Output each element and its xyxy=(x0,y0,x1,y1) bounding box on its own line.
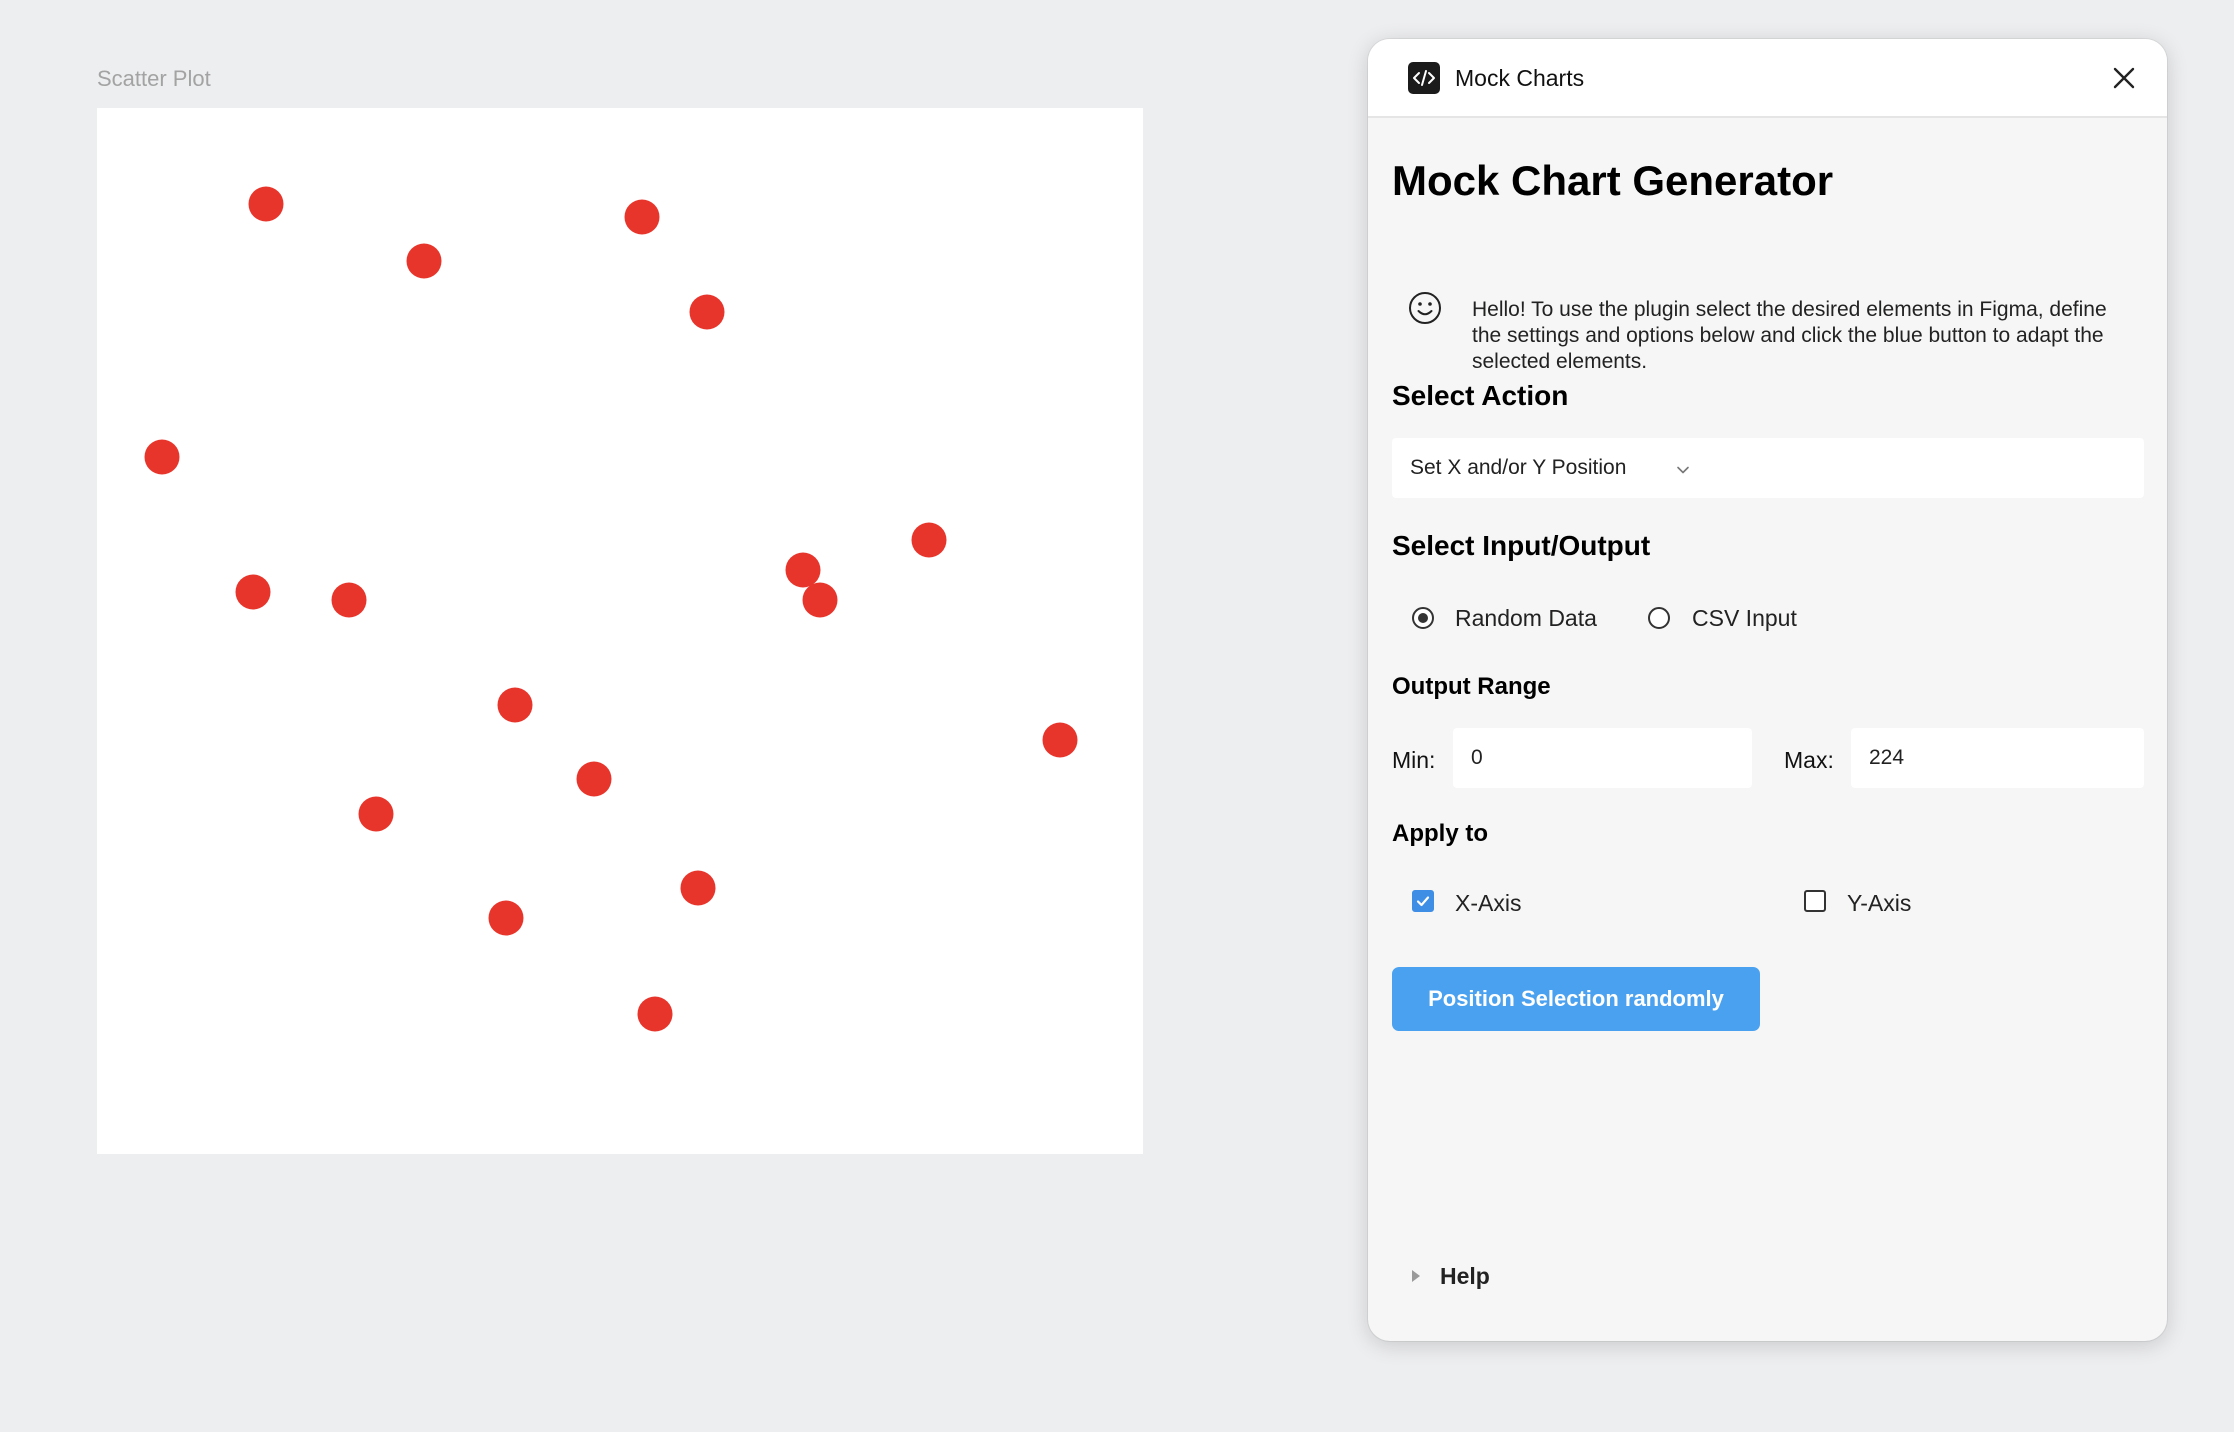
scatter-point-11[interactable] xyxy=(497,687,533,723)
output-range-title: Output Range xyxy=(1392,673,1551,700)
select-action-title: Select Action xyxy=(1392,380,1569,411)
scatter-point-12[interactable] xyxy=(1042,722,1078,758)
scatter-point-6[interactable] xyxy=(235,574,271,610)
position-selection-button[interactable]: Position Selection randomly xyxy=(1392,967,1760,1031)
close-icon[interactable] xyxy=(2109,63,2139,93)
scatter-plot-frame[interactable] xyxy=(97,108,1143,1154)
scatter-point-8[interactable] xyxy=(785,552,821,588)
y-axis-label: Y-Axis xyxy=(1847,890,1912,916)
scatter-point-15[interactable] xyxy=(680,870,716,906)
action-select-value: Set X and/or Y Position xyxy=(1410,456,1627,479)
radio-selected-dot xyxy=(1418,613,1428,623)
smiley-icon xyxy=(1408,291,1442,325)
intro-text: Hello! To use the plugin select the desi… xyxy=(1472,298,2107,373)
radio-csv-input[interactable] xyxy=(1648,607,1670,629)
scatter-point-16[interactable] xyxy=(488,900,524,936)
scatter-point-14[interactable] xyxy=(358,796,394,832)
page-title: Mock Chart Generator xyxy=(1392,157,1834,204)
scatter-plot-svg xyxy=(144,186,1078,1032)
help-label: Help xyxy=(1440,1263,1490,1289)
code-icon xyxy=(1408,62,1440,94)
scatter-point-5[interactable] xyxy=(144,439,180,475)
max-label: Max: xyxy=(1784,747,1834,773)
plugin-header: Mock Charts xyxy=(1368,39,2167,118)
scatter-point-1[interactable] xyxy=(248,186,284,222)
scatter-point-10[interactable] xyxy=(911,522,947,558)
select-input-output-title: Select Input/Output xyxy=(1392,530,1651,561)
scatter-point-7[interactable] xyxy=(331,582,367,618)
x-axis-checkbox[interactable] xyxy=(1412,890,1434,912)
radio-csv-input-label: CSV Input xyxy=(1692,605,1797,631)
scatter-point-3[interactable] xyxy=(624,199,660,235)
plugin-window-title: Mock Charts xyxy=(1455,65,1585,91)
caret-right-icon xyxy=(1412,1270,1420,1282)
chevron-down-icon xyxy=(1675,462,1691,478)
min-label: Min: xyxy=(1392,747,1436,773)
scatter-point-17[interactable] xyxy=(637,996,673,1032)
scatter-point-9[interactable] xyxy=(802,582,838,618)
action-select[interactable]: Set X and/or Y Position xyxy=(1392,438,2144,498)
plugin-panel: Mock Charts Mock Chart Generator Hello! … xyxy=(1368,39,2167,1341)
max-input[interactable] xyxy=(1851,728,2144,788)
x-axis-label: X-Axis xyxy=(1455,890,1522,916)
radio-random-data[interactable] xyxy=(1412,607,1434,629)
min-input[interactable] xyxy=(1453,728,1752,788)
scatter-point-2[interactable] xyxy=(406,243,442,279)
radio-random-data-label: Random Data xyxy=(1455,605,1597,631)
y-axis-checkbox[interactable] xyxy=(1804,890,1826,912)
scatter-point-4[interactable] xyxy=(689,294,725,330)
scatter-point-13[interactable] xyxy=(576,761,612,797)
apply-to-title: Apply to xyxy=(1392,820,1488,847)
frame-label: Scatter Plot xyxy=(97,66,211,91)
